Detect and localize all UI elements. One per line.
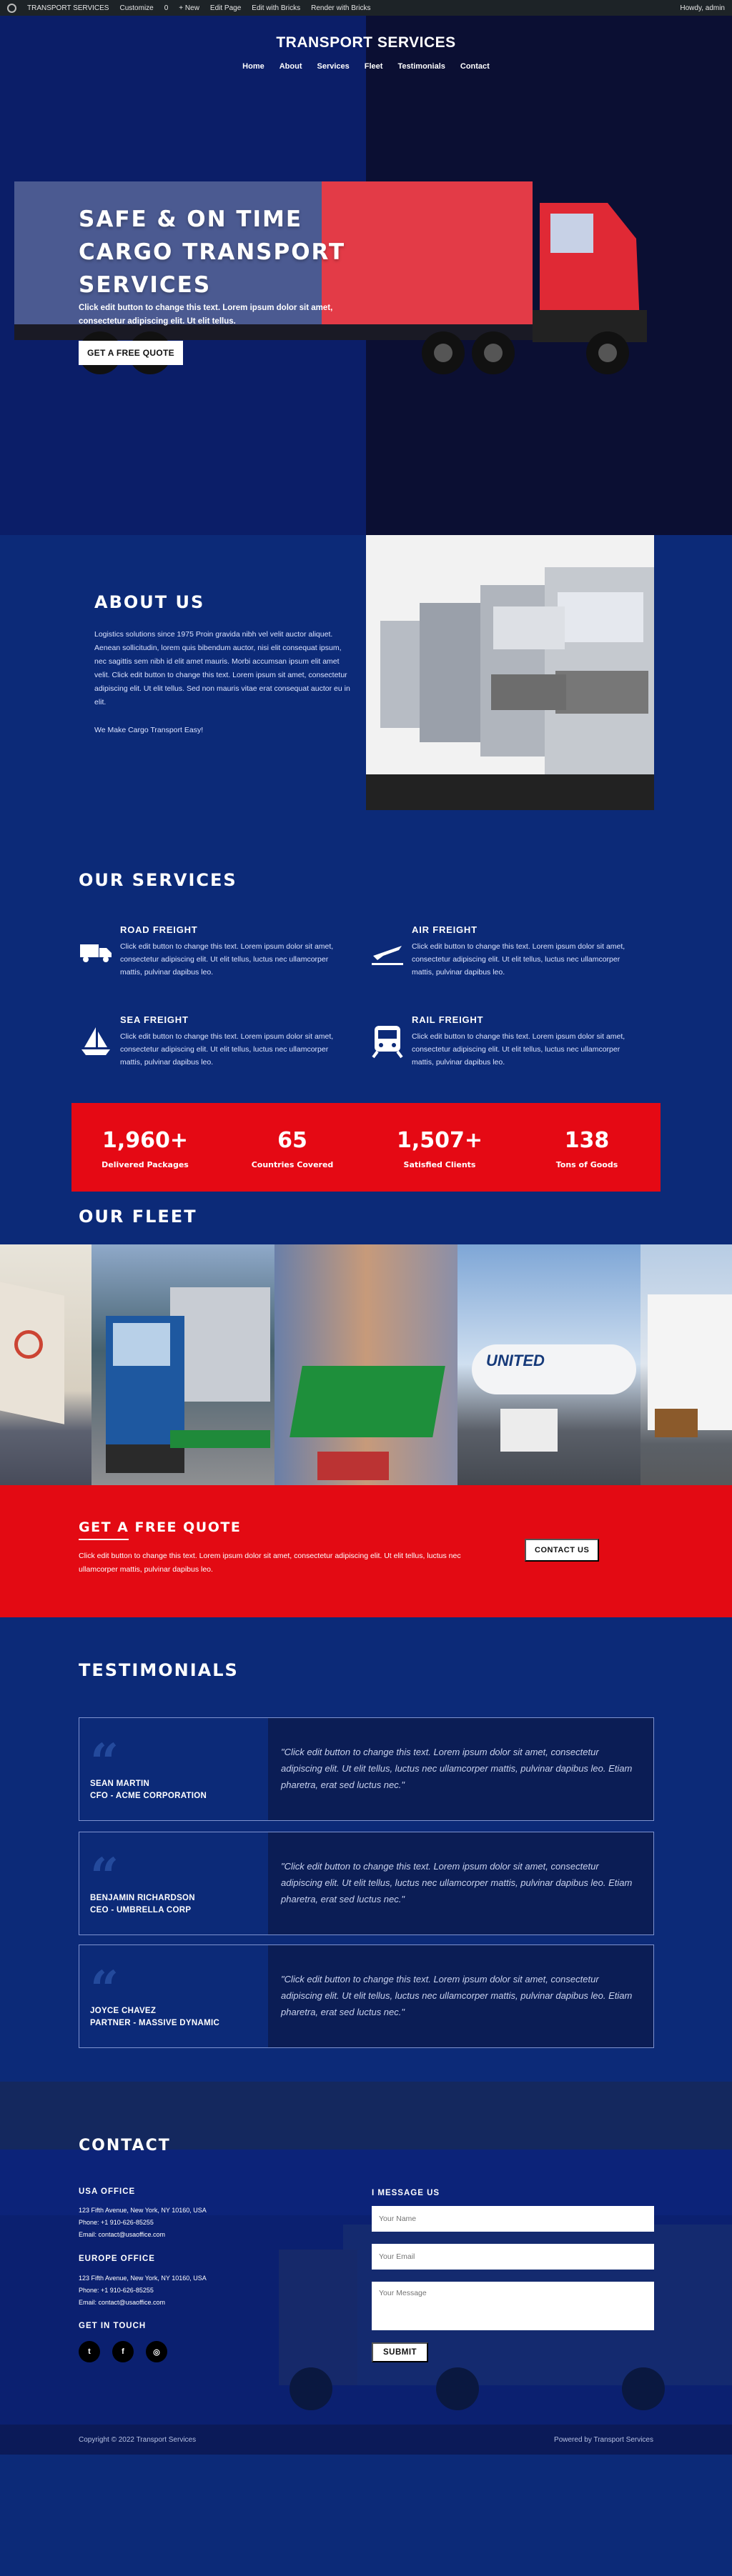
contact-us-button[interactable]: CONTACT US <box>525 1539 600 1562</box>
about-section: ABOUT US Logistics solutions since 1975 … <box>0 535 732 853</box>
hero-heading: SAFE & ON TIME CARGO TRANSPORT SERVICES <box>79 206 346 298</box>
cta-text: Click edit button to change this text. L… <box>79 1552 461 1574</box>
name-field[interactable] <box>372 2206 654 2232</box>
facebook-icon[interactable]: f <box>112 2341 134 2362</box>
nav-fleet[interactable]: Fleet <box>365 62 383 71</box>
plane-icon <box>372 946 403 965</box>
site-footer: Copyright © 2022 Transport Services Powe… <box>0 2425 732 2455</box>
about-text: Logistics solutions since 1975 Proin gra… <box>94 630 350 707</box>
admin-edit-page-link[interactable]: Edit Page <box>210 4 241 12</box>
email-field[interactable] <box>372 2244 654 2270</box>
main-nav: Home About Services Fleet Testimonials C… <box>0 62 732 71</box>
contact-section: CONTACT USA OFFICE 123 Fifth Avenue, New… <box>0 2082 732 2425</box>
nav-services[interactable]: Services <box>317 62 349 71</box>
testimonial-name: SEAN MARTIN <box>90 1779 150 1788</box>
submit-button[interactable]: SUBMIT <box>372 2342 429 2362</box>
quote-icon: “ <box>90 1960 119 2019</box>
trucks-photo <box>366 535 654 810</box>
admin-bar: TRANSPORT SERVICES Customize 0 + New Edi… <box>0 0 732 16</box>
testimonial-quote: "Click edit button to change this text. … <box>268 1945 653 2047</box>
nav-testimonials[interactable]: Testimonials <box>397 62 445 71</box>
fleet-photo[interactable] <box>640 1244 732 1511</box>
eu-email[interactable]: Email: contact@usaoffice.com <box>79 2297 207 2309</box>
fleet-photo[interactable] <box>0 1244 92 1511</box>
about-tagline: We Make Cargo Transport Easy! <box>94 726 204 734</box>
instagram-icon[interactable]: ◎ <box>146 2341 167 2362</box>
admin-new-link[interactable]: + New <box>179 4 199 12</box>
powered-by-text: Powered by Transport Services <box>554 2435 653 2444</box>
usa-address: 123 Fifth Avenue, New York, NY 10160, US… <box>79 2207 207 2214</box>
testimonial-name: JOYCE CHAVEZ <box>90 2007 157 2015</box>
testimonial-quote: "Click edit button to change this text. … <box>268 1718 653 1820</box>
testimonial-card: “ BENJAMIN RICHARDSON CEO - UMBRELLA CORP… <box>79 1832 654 1935</box>
usa-phone[interactable]: Phone: +1 910-626-85255 <box>79 2217 207 2229</box>
free-quote-button[interactable]: GET A FREE QUOTE <box>79 341 183 365</box>
europe-office-heading: EUROPE OFFICE <box>79 2255 155 2263</box>
service-text: Click edit button to change this text. L… <box>412 942 625 977</box>
europe-office-info: 123 Fifth Avenue, New York, NY 10160, US… <box>79 2272 207 2309</box>
get-in-touch-heading: GET IN TOUCH <box>79 2322 147 2330</box>
quote-cta-section: GET A FREE QUOTE Click edit button to ch… <box>0 1485 732 1617</box>
admin-edit-bricks-link[interactable]: Edit with Bricks <box>252 4 300 12</box>
message-field[interactable] <box>372 2282 654 2330</box>
admin-render-bricks-link[interactable]: Render with Bricks <box>311 4 370 12</box>
wordpress-icon[interactable] <box>7 3 16 13</box>
testimonial-quote: "Click edit button to change this text. … <box>268 1832 653 1935</box>
message-heading: I MESSAGE US <box>372 2189 440 2197</box>
usa-email[interactable]: Email: contact@usaoffice.com <box>79 2229 207 2241</box>
usa-office-info: 123 Fifth Avenue, New York, NY 10160, US… <box>79 2205 207 2241</box>
hero-section: TRANSPORT SERVICES Home About Services F… <box>0 16 732 535</box>
admin-account-link[interactable]: Howdy, admin <box>680 4 725 12</box>
usa-office-heading: USA OFFICE <box>79 2187 136 2196</box>
train-icon <box>372 1026 403 1059</box>
service-title: RAIL FREIGHT <box>412 1014 484 1025</box>
testimonial-name: BENJAMIN RICHARDSON <box>90 1894 195 1902</box>
eu-address: 123 Fifth Avenue, New York, NY 10160, US… <box>79 2275 207 2282</box>
testimonial-role: CEO - UMBRELLA CORP <box>90 1906 192 1914</box>
service-title: SEA FREIGHT <box>120 1014 189 1025</box>
hero-text: Click edit button to change this text. L… <box>79 304 333 326</box>
services-heading: OUR SERVICES <box>79 870 237 890</box>
truck-icon <box>80 944 112 962</box>
testimonial-card: “ SEAN MARTIN CFO - ACME CORPORATION "Cli… <box>79 1717 654 1821</box>
copyright-text: Copyright © 2022 Transport Services <box>79 2435 197 2444</box>
eu-phone[interactable]: Phone: +1 910-626-85255 <box>79 2285 207 2297</box>
admin-site-link[interactable]: TRANSPORT SERVICES <box>27 4 109 12</box>
service-title: AIR FREIGHT <box>412 924 478 935</box>
sailboat-icon <box>81 1027 110 1055</box>
service-text: Click edit button to change this text. L… <box>120 942 334 977</box>
services-section: OUR SERVICES ROAD FREIGHT Click edit but… <box>0 853 732 1192</box>
divider <box>79 1539 129 1540</box>
nav-contact[interactable]: Contact <box>460 62 490 71</box>
twitter-icon[interactable]: t <box>79 2341 100 2362</box>
admin-comments-link[interactable]: 0 <box>164 4 169 12</box>
contact-heading: CONTACT <box>79 2137 171 2155</box>
fleet-photo[interactable]: UNITED <box>458 1244 640 1511</box>
testimonials-section: TESTIMONIALS “ SEAN MARTIN CFO - ACME COR… <box>0 1617 732 2082</box>
fleet-photo[interactable] <box>92 1244 274 1511</box>
quote-icon: “ <box>90 1847 119 1906</box>
fleet-section: OUR FLEET UNITED <box>0 1114 732 1511</box>
service-title: ROAD FREIGHT <box>120 924 198 935</box>
fleet-photo[interactable] <box>274 1244 458 1511</box>
service-text: Click edit button to change this text. L… <box>412 1032 625 1067</box>
about-heading: ABOUT US <box>94 592 205 612</box>
testimonials-heading: TESTIMONIALS <box>79 1660 239 1680</box>
quote-icon: “ <box>90 1732 119 1792</box>
plane-livery-text: UNITED <box>486 1352 545 1369</box>
testimonial-role: CFO - ACME CORPORATION <box>90 1792 207 1800</box>
cta-heading: GET A FREE QUOTE <box>79 1519 242 1535</box>
service-text: Click edit button to change this text. L… <box>120 1032 334 1067</box>
nav-about[interactable]: About <box>280 62 302 71</box>
testimonial-card: “ JOYCE CHAVEZ PARTNER - MASSIVE DYNAMIC … <box>79 1945 654 2048</box>
fleet-gallery[interactable]: UNITED <box>0 1244 732 1511</box>
fleet-heading: OUR FLEET <box>79 1207 197 1227</box>
nav-home[interactable]: Home <box>242 62 264 71</box>
testimonial-role: PARTNER - MASSIVE DYNAMIC <box>90 2019 220 2027</box>
admin-customize-link[interactable]: Customize <box>119 4 153 12</box>
site-title[interactable]: TRANSPORT SERVICES <box>0 34 732 51</box>
